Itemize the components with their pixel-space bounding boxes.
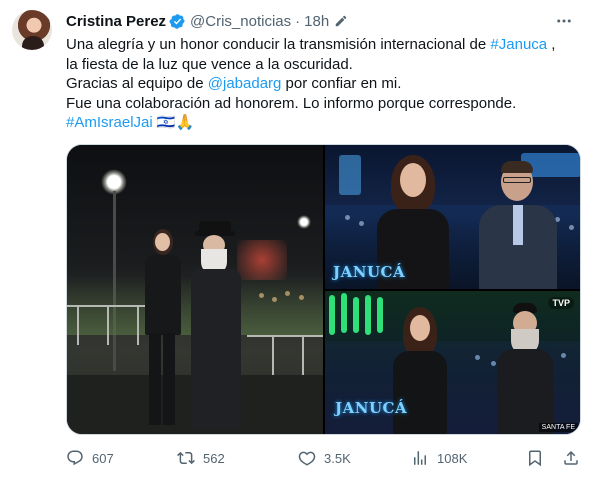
reply-count: 607 <box>92 450 114 466</box>
mention-jabadarg[interactable]: @jabadarg <box>208 75 282 92</box>
photo-top-right[interactable]: JANUCÁ <box>325 145 580 289</box>
like-count: 3.5K <box>324 450 351 466</box>
share-icon <box>564 450 578 465</box>
media-grid: JANUCÁ JANUCÁ TVP SANTA FE <box>66 144 581 435</box>
rabbi-man <box>185 221 247 434</box>
crowd-figure <box>561 353 566 358</box>
neon-light <box>365 295 371 335</box>
separator-dot: · <box>295 12 301 30</box>
author-handle[interactable]: @Cris_noticias <box>190 13 291 30</box>
views-count: 108K <box>437 450 468 466</box>
neon-light <box>377 297 383 333</box>
tweet-text: Una alegría y un honor conducir la trans… <box>66 35 582 133</box>
action-bar: 607 562 3.5K 108K <box>66 447 582 469</box>
crowd-figure <box>475 355 480 360</box>
bookmark-icon <box>529 450 541 467</box>
views-button[interactable]: 108K <box>411 449 467 467</box>
neon-light <box>341 293 347 333</box>
tweet-text-segment: Una alegría y un honor conducir la trans… <box>66 36 491 53</box>
author-name[interactable]: Cristina Perez <box>66 13 166 30</box>
crowd-figure <box>569 225 574 230</box>
street-lamp <box>297 215 311 229</box>
tweet-text-segment: , <box>547 36 556 53</box>
crowd-figure <box>299 295 304 300</box>
reply-icon <box>67 450 83 466</box>
tweet-text-segment: por confiar en mi. <box>281 75 402 92</box>
share-button[interactable] <box>562 449 580 467</box>
more-icon[interactable] <box>554 11 574 31</box>
tweet-header: Cristina Perez @Cris_noticias · 18h <box>66 11 582 31</box>
fence-rail <box>247 335 323 337</box>
tweet-line-2: la fiesta de la luz que vence a la oscur… <box>66 55 353 73</box>
reply-button[interactable]: 607 <box>66 449 114 467</box>
host-woman <box>141 229 185 429</box>
edit-icon[interactable] <box>334 14 348 28</box>
fence-post <box>302 335 304 375</box>
bookmark-button[interactable] <box>526 449 544 467</box>
fence-post <box>107 305 109 345</box>
tweet-text-segment: Gracias al equipo de <box>66 75 208 92</box>
crowd-figure <box>272 297 277 302</box>
crowd-figure <box>345 215 350 220</box>
crowd-figure <box>359 221 364 226</box>
avatar[interactable] <box>12 10 52 50</box>
hashtag-januca[interactable]: #Januca <box>490 36 547 53</box>
screen-light <box>339 155 361 195</box>
views-icon <box>414 451 426 465</box>
retweet-count: 562 <box>203 450 225 466</box>
tweet-line-1: Una alegría y un honor conducir la trans… <box>66 35 582 55</box>
photo-bottom-right[interactable]: JANUCÁ TVP SANTA FE <box>325 291 580 434</box>
crowd-figure <box>285 291 290 296</box>
photo-left[interactable] <box>67 145 323 434</box>
crowd-figure <box>259 293 264 298</box>
lower-third-caption: SANTA FE <box>538 423 578 432</box>
fence-post <box>137 305 139 345</box>
tweet-line-5: #AmIsraelJai 🇮🇱🙏 <box>66 113 582 133</box>
tweet-line-4: Fue una colaboración ad honorem. Lo info… <box>66 94 517 112</box>
like-button[interactable]: 3.5K <box>298 449 351 467</box>
hashtag-amisraeljai[interactable]: #AmIsraelJai <box>66 114 153 131</box>
neon-light <box>329 295 335 335</box>
retweet-button[interactable]: 562 <box>177 449 225 467</box>
verified-badge-icon[interactable] <box>169 13 186 30</box>
januca-logo: JANUCÁ <box>335 399 408 417</box>
tvp-logo: TVP <box>548 297 574 309</box>
januca-logo: JANUCÁ <box>333 263 406 281</box>
emoji-flag-pray: 🇮🇱🙏 <box>152 114 195 131</box>
like-icon <box>298 451 316 466</box>
neon-light <box>353 297 359 333</box>
presenter-man <box>475 159 561 289</box>
tweet-line-3: Gracias al equipo de @jabadarg por confi… <box>66 74 582 94</box>
retweet-icon <box>177 451 195 465</box>
timestamp[interactable]: 18h <box>304 13 329 30</box>
fence-post <box>77 305 79 345</box>
rabbi-man <box>493 303 557 434</box>
fence-post <box>272 335 274 375</box>
